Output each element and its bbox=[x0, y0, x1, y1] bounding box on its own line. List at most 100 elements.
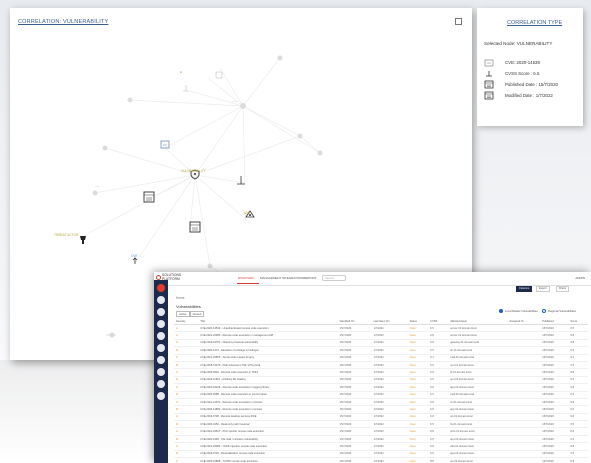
cell-ident: 15/7/2020 bbox=[337, 450, 372, 459]
cell-ident: 15/7/2020 bbox=[337, 405, 372, 414]
breadcrumb[interactable]: Home bbox=[176, 296, 185, 300]
cell-title[interactable]: CVE-2020-1472 - Elevation of privilege i… bbox=[198, 346, 338, 355]
nav-home-icon[interactable] bbox=[157, 284, 165, 292]
table-row[interactable]: H CVE-2021-44228 - Remote code execution … bbox=[174, 383, 588, 392]
table-row[interactable]: H CVE-2021-26084 - OGNL injection remote … bbox=[174, 442, 588, 451]
cell-title[interactable]: CVE-2020-14882 - Remote code execution i… bbox=[198, 405, 338, 414]
cell-title[interactable]: CVE-2020-3452 - Read-only path traversal bbox=[198, 420, 338, 429]
cell-sev: M bbox=[174, 435, 199, 444]
cell-title[interactable]: CVE-2018-13379 - Path traversal in SSL V… bbox=[198, 361, 338, 370]
cell-title[interactable]: CVE-2019-0708 - Remote desktop services … bbox=[198, 413, 338, 422]
radio-dot-icon bbox=[499, 309, 503, 313]
cell-score: 9.8 bbox=[568, 339, 588, 348]
cell-cvss: 6.5 bbox=[428, 324, 449, 333]
table-row[interactable]: M CVE-2020-3452 - Read-only path traversa… bbox=[174, 420, 588, 429]
vulnerabilities-app-window: SOLUTIONS PLATFORM DISCOVER MANAGEMENT I… bbox=[154, 272, 591, 463]
table-row[interactable]: H CVE-2020-14539 - Unauthenticated remote… bbox=[174, 324, 588, 333]
nav-vulnerabilities-icon[interactable] bbox=[157, 320, 165, 328]
cell-pub: 15/7/2020 bbox=[540, 435, 569, 444]
cell-title[interactable]: CVE-2019-19781 - Directory traversal vul… bbox=[198, 339, 338, 348]
cell-title[interactable]: CVE-2021-44228 - Remote code execution i… bbox=[198, 383, 338, 392]
table-row[interactable]: H CVE-2021-22986 - Remote code execution … bbox=[174, 331, 588, 340]
cell-asset: app-02.domain.local bbox=[448, 405, 508, 414]
cell-ident: 15/7/2020 bbox=[337, 361, 372, 370]
node-label-ioc: IOC bbox=[244, 211, 250, 215]
cell-ident: 15/7/2020 bbox=[337, 324, 372, 333]
cell-status: Open bbox=[407, 324, 429, 333]
cell-title[interactable]: CVE-2021-21972 - Remote code execution i… bbox=[198, 398, 338, 407]
nav-reports-icon[interactable] bbox=[157, 344, 165, 352]
table-row[interactable]: M CVE-2019-11510 - Arbitrary file reading… bbox=[174, 376, 588, 385]
cell-title[interactable]: CVE-2021-34527 - Print spooler remote co… bbox=[198, 427, 338, 436]
nav-settings-icon[interactable] bbox=[157, 380, 165, 388]
cell-assigned bbox=[507, 442, 541, 451]
segment-active[interactable]: Active bbox=[176, 311, 190, 317]
nav-help-icon[interactable] bbox=[157, 392, 165, 400]
cell-pub: 15/7/2020 bbox=[540, 383, 569, 392]
search-input[interactable]: Search bbox=[322, 275, 346, 281]
cell-assigned bbox=[507, 339, 541, 348]
filters-button[interactable]: Filters bbox=[556, 286, 570, 292]
cell-cvss: 9.8 bbox=[428, 331, 449, 340]
table-row[interactable]: M CVE-2020-14882 - Remote code execution … bbox=[174, 405, 588, 414]
export-button[interactable]: Export bbox=[536, 286, 550, 292]
cell-title[interactable]: CVE-2020-0688 - Remote code execution in… bbox=[198, 391, 338, 399]
cell-title[interactable]: CVE-2019-2725 - Deserialization remote c… bbox=[198, 450, 338, 459]
cell-title[interactable]: CVE-2020-14539 - Unauthenticated remote … bbox=[198, 324, 338, 333]
cell-asset: server-01.domain.local bbox=[448, 324, 508, 333]
tab-management[interactable]: MANAGEMENT bbox=[260, 276, 282, 280]
cell-last: 1/7/2022 bbox=[371, 457, 408, 463]
selected-node-text: Selected Node: VULNERABILITY bbox=[484, 41, 553, 46]
cell-assigned bbox=[507, 354, 541, 362]
cell-asset: dc-01.domain.local bbox=[448, 346, 508, 355]
tab-discover[interactable]: DISCOVER bbox=[238, 276, 254, 280]
cell-ident: 15/7/2020 bbox=[337, 368, 372, 377]
nav-threats-icon[interactable] bbox=[157, 332, 165, 340]
user-menu[interactable]: ADMIN bbox=[575, 276, 585, 280]
radio-regional[interactable]: Regional Vulnerabilities bbox=[542, 309, 576, 313]
nav-dashboard-icon[interactable] bbox=[157, 296, 165, 304]
cell-title[interactable]: CVE-2020-16898 - TCP/IP remote code exec… bbox=[198, 457, 338, 463]
table-row[interactable]: H CVE-2020-5902 - Remote code execution i… bbox=[174, 368, 588, 377]
cell-title[interactable]: CVE-2020-1938 - File read / inclusion vu… bbox=[198, 435, 338, 444]
cell-sev: M bbox=[174, 420, 199, 429]
table-body: H CVE-2020-14539 - Unauthenticated remote… bbox=[174, 324, 588, 463]
table-row[interactable]: M CVE-2020-1472 - Elevation of privilege … bbox=[174, 346, 588, 355]
cell-assigned bbox=[507, 398, 541, 407]
cell-status: Open bbox=[407, 442, 429, 451]
cell-assigned bbox=[507, 324, 541, 333]
table-row[interactable]: H CVE-2021-26855 - Server-side request fo… bbox=[174, 354, 588, 362]
table-row[interactable]: M CVE-2019-2725 - Deserialization remote … bbox=[174, 450, 588, 459]
cell-asset: app-03.domain.local bbox=[448, 435, 508, 444]
cell-sev: H bbox=[174, 324, 199, 333]
segment-closed[interactable]: Closed bbox=[189, 311, 205, 317]
tab-integrations[interactable]: INTEGRATIONS bbox=[282, 276, 304, 280]
cell-ident: 15/7/2020 bbox=[337, 427, 372, 436]
table-row[interactable]: M CVE-2020-1938 - File read / inclusion v… bbox=[174, 435, 588, 444]
table-row[interactable]: H CVE-2019-19781 - Directory traversal vu… bbox=[174, 339, 588, 348]
table-row[interactable]: H CVE-2021-21972 - Remote code execution … bbox=[174, 398, 588, 407]
cell-score: 9.8 bbox=[568, 331, 588, 340]
cell-title[interactable]: CVE-2021-26855 - Server-side request for… bbox=[198, 354, 338, 362]
node-label-threat-actor: THREAT ACTOR bbox=[54, 233, 79, 237]
cell-asset: ws-02.domain.local bbox=[448, 457, 508, 463]
table-row[interactable]: H CVE-2020-16898 - TCP/IP remote code exe… bbox=[174, 457, 588, 463]
table-row[interactable]: H CVE-2021-34527 - Print spooler remote c… bbox=[174, 427, 588, 436]
cell-title[interactable]: CVE-2019-11510 - Arbitrary file reading bbox=[198, 376, 338, 385]
radio-local-market[interactable]: Local Market Vulnerabilities bbox=[499, 309, 538, 313]
cell-title[interactable]: CVE-2021-22986 - Remote code execution i… bbox=[198, 331, 338, 340]
cell-status: Open bbox=[407, 420, 429, 429]
cell-title[interactable]: CVE-2021-26084 - OGNL injection remote c… bbox=[198, 442, 338, 451]
table-row[interactable]: M CVE-2018-13379 - Path traversal in SSL … bbox=[174, 361, 588, 370]
nav-alerts-icon[interactable] bbox=[157, 356, 165, 364]
cell-sev: M bbox=[174, 405, 199, 414]
cell-assigned bbox=[507, 450, 541, 459]
table-row[interactable]: M CVE-2020-0688 - Remote code execution i… bbox=[174, 391, 588, 399]
columns-button[interactable]: Columns bbox=[516, 286, 533, 292]
cell-title[interactable]: CVE-2020-5902 - Remote code execution in… bbox=[198, 368, 338, 377]
nav-users-icon[interactable] bbox=[157, 368, 165, 376]
cell-assigned bbox=[507, 383, 541, 392]
table-row[interactable]: H CVE-2019-0708 - Remote desktop services… bbox=[174, 413, 588, 422]
nav-assets-icon[interactable] bbox=[157, 308, 165, 316]
tab-report[interactable]: REPORT bbox=[304, 276, 316, 280]
